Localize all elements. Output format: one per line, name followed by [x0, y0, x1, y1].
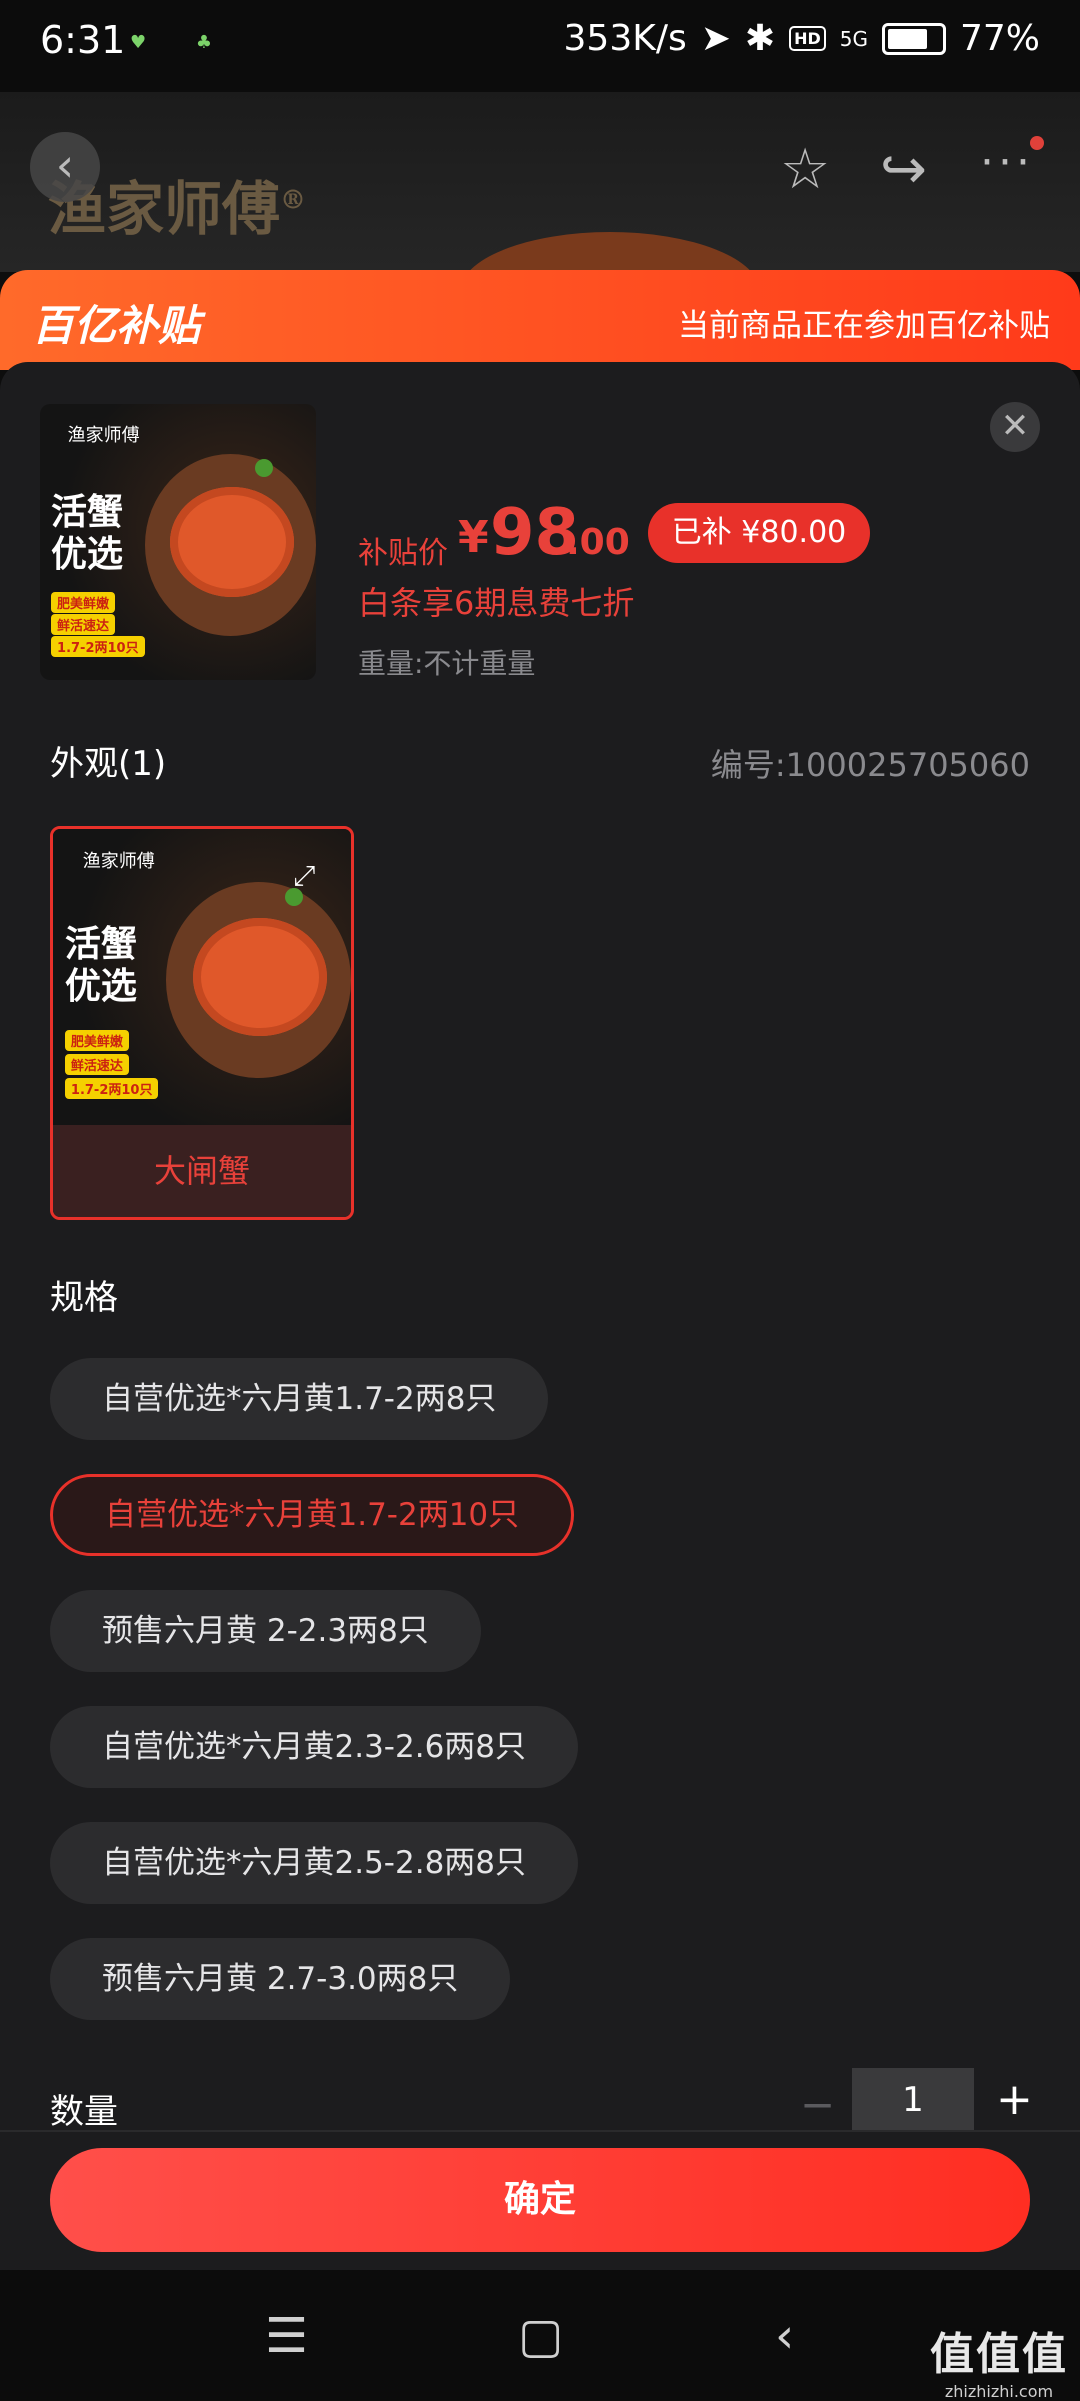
product-thumbnail[interactable]: 渔家师傅 活蟹优选 肥美鲜嫩 鲜活速达 1.7-2两10只: [40, 404, 316, 680]
net-speed: 353K/s: [563, 18, 687, 59]
crab-image: 渔家师傅 活蟹优选 肥美鲜嫩 鲜活速达 1.7-2两10只: [40, 404, 316, 680]
price-label: 补贴价: [358, 536, 448, 571]
spec-option[interactable]: 自营优选*六月黄1.7-2两8只: [50, 1358, 549, 1440]
quantity-input[interactable]: 1: [852, 2068, 974, 2132]
product-page-background: 渔家师傅® ‹ ☆ ↪ ···: [0, 92, 1080, 272]
back-icon[interactable]: ‹: [30, 132, 100, 202]
installment-offer: 白条享6期息费七折: [358, 584, 635, 622]
notification-icons: ♥ ♣: [130, 32, 234, 53]
more-icon[interactable]: ···: [980, 137, 1034, 188]
hd-icon: HD: [789, 26, 826, 51]
spec-title: 规格: [50, 1278, 118, 1318]
menu-icon[interactable]: ☰: [265, 2308, 308, 2364]
share-icon[interactable]: ↪: [880, 137, 927, 202]
signal-icon: 5G: [839, 26, 868, 51]
favorite-icon[interactable]: ☆: [780, 137, 830, 202]
location-icon: ➤: [700, 18, 731, 59]
back-nav-icon[interactable]: ‹: [775, 2308, 794, 2364]
subsidy-banner: 百亿补贴 当前商品正在参加百亿补贴: [0, 270, 1080, 370]
sku-number: 编号:100025705060: [710, 746, 1030, 784]
spec-option-selected[interactable]: 自营优选*六月黄1.7-2两10只: [50, 1474, 575, 1556]
notification-dot: [1030, 136, 1044, 150]
price-decimal: .00: [566, 522, 630, 563]
confirm-button[interactable]: 确定: [50, 2148, 1030, 2252]
quantity-increase-button[interactable]: +: [996, 2074, 1033, 2125]
weight-info: 重量:不计重量: [358, 647, 536, 680]
subsidy-notice: 当前商品正在参加百亿补贴: [678, 308, 1050, 344]
home-icon[interactable]: ▢: [518, 2308, 563, 2364]
variant-option[interactable]: 渔家师傅 活蟹优选 肥美鲜嫩 鲜活速达 1.7-2两10只 ⤢ 大闸蟹: [50, 826, 354, 1220]
status-time: 6:31: [40, 18, 126, 62]
spec-option[interactable]: 预售六月黄 2.7-3.0两8只: [50, 1938, 511, 2020]
system-nav-bar: ☰ ▢ ‹: [0, 2270, 1080, 2400]
subsidy-badge: 已补 ¥80.00: [648, 503, 870, 563]
thumb-title: 活蟹优选: [51, 492, 124, 576]
battery-icon: [881, 22, 946, 55]
spec-option[interactable]: 预售六月黄 2-2.3两8只: [50, 1590, 481, 1672]
battery-percent: 77%: [959, 18, 1040, 59]
watermark-logo: 值值值: [930, 2329, 1068, 2380]
background-product-image: [460, 232, 760, 272]
spec-option[interactable]: 自营优选*六月黄2.5-2.8两8只: [50, 1822, 579, 1904]
close-icon[interactable]: ✕: [990, 402, 1040, 452]
status-bar: 6:31 ♥ ♣ 353K/s ➤ ✱ HD 5G 77%: [0, 0, 1080, 92]
subsidy-logo: 百亿补贴: [32, 301, 201, 350]
watermark-site: zhizhizhi.com: [944, 2382, 1054, 2401]
currency-symbol: ¥: [458, 512, 489, 563]
appearance-title: 外观(1): [50, 744, 167, 784]
status-right: 353K/s ➤ ✱ HD 5G 77%: [564, 18, 1040, 59]
variant-label: 大闸蟹: [53, 1125, 351, 1217]
expand-icon[interactable]: ⤢: [293, 859, 315, 893]
spec-option[interactable]: 自营优选*六月黄2.3-2.6两8只: [50, 1706, 579, 1788]
quantity-title: 数量: [50, 2092, 118, 2132]
variant-image: 渔家师傅 活蟹优选 肥美鲜嫩 鲜活速达 1.7-2两10只 ⤢: [53, 829, 351, 1125]
quantity-decrease-button[interactable]: −: [800, 2080, 835, 2129]
watermark: 值值值 zhizhizhi.com: [930, 2318, 1068, 2401]
bluetooth-icon: ✱: [744, 18, 776, 59]
divider: [0, 2130, 1080, 2132]
